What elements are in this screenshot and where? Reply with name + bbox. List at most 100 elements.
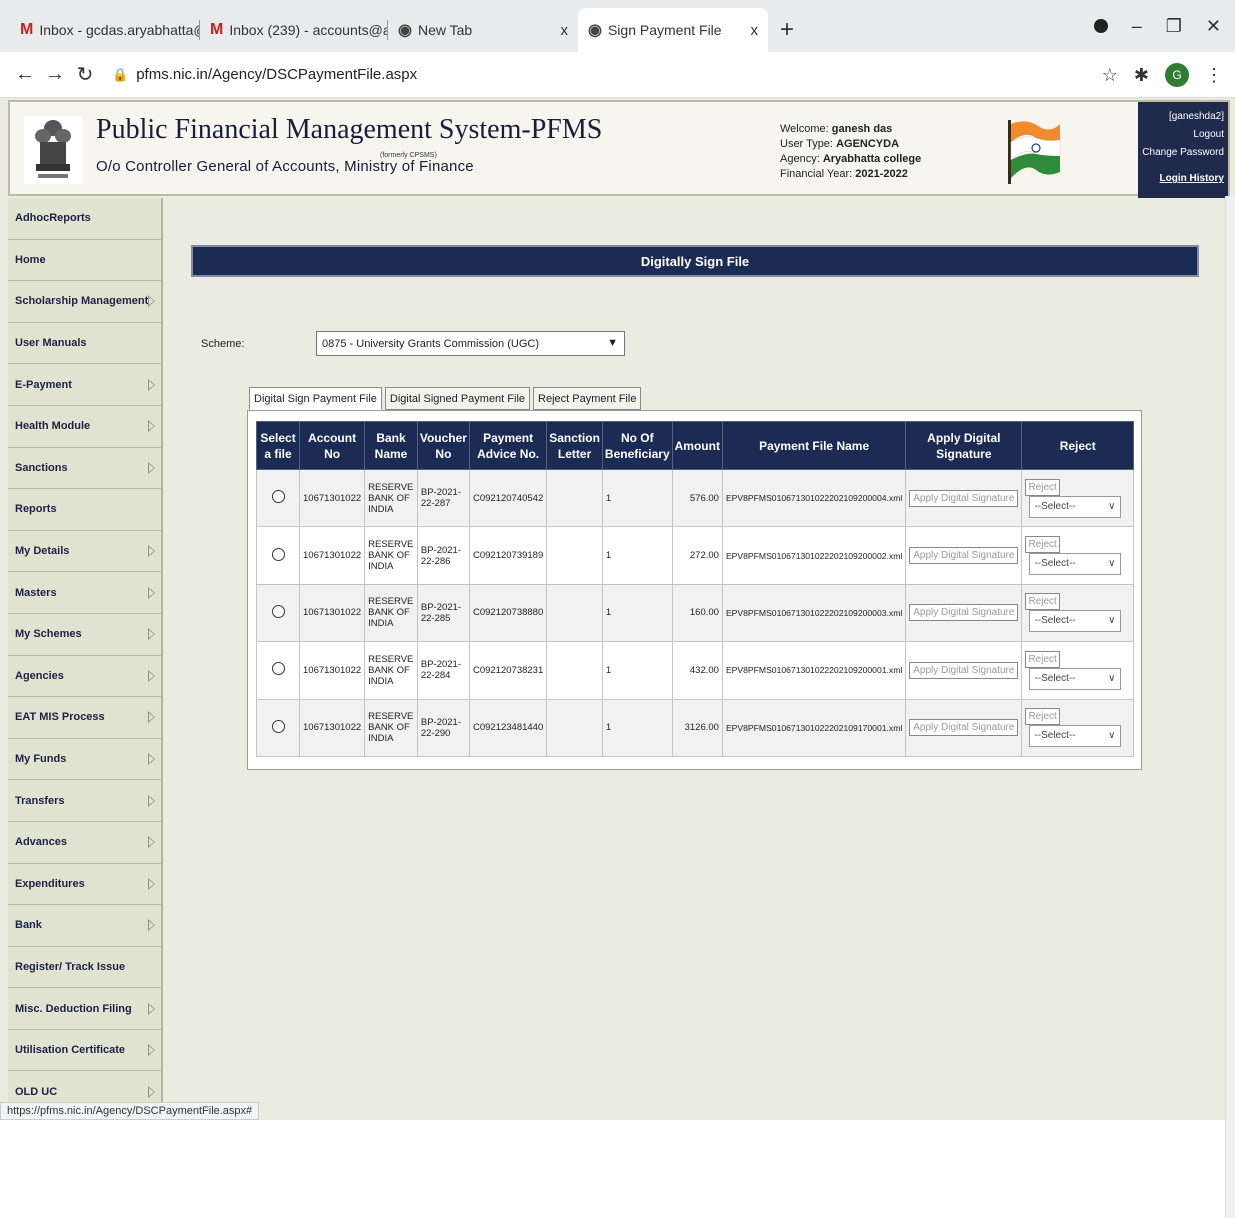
sidebar-item-register-track-issue[interactable]: Register/ Track Issue [8,946,163,989]
select-cell [255,526,301,585]
avatar[interactable]: G [1165,63,1189,87]
tab-label: New Tab [417,22,473,38]
vertical-scrollbar[interactable] [1225,196,1235,1218]
sidebar-item-masters[interactable]: Masters [8,572,163,614]
sidebar-item-my-schemes[interactable]: My Schemes [8,613,163,656]
reload-icon[interactable]: ↻ [70,62,100,87]
reject-cell: Reject --Select-- ∨ [1021,583,1134,643]
close-window-icon[interactable]: ✕ [1206,16,1221,37]
chevron-right-icon [148,1044,155,1057]
browser-tab[interactable]: M Inbox - gcdas.aryabhatta@gmail x [10,8,200,52]
login-history-link[interactable]: Login History [1142,170,1224,188]
reject-reason-select[interactable]: --Select-- ∨ [1029,495,1122,518]
payment-file-tabs: Digital Sign Payment File Digital Signed… [249,387,642,410]
browser-tab-active[interactable]: ◉ Sign Payment File x [578,8,768,52]
chevron-down-icon: ∨ [1108,730,1116,742]
sidebar-item-e-payment[interactable]: E-Payment [8,364,163,406]
forward-icon[interactable]: → [40,63,70,86]
site-header: Public Financial Management System-PFMS … [8,100,1230,198]
browser-tab[interactable]: M Inbox (239) - accounts@aryabha x [200,8,388,52]
sidebar-item-agencies[interactable]: Agencies [8,655,163,698]
payment-advice-cell: C092120739189 [468,526,548,585]
reject-button[interactable]: Reject [1025,536,1060,554]
reject-reason-select[interactable]: --Select-- ∨ [1029,553,1122,576]
reject-reason-value: --Select-- [1034,500,1076,512]
select-file-radio[interactable] [271,662,285,676]
reject-button[interactable]: Reject [1025,478,1060,496]
bookmark-star-icon[interactable]: ☆ [1102,65,1118,86]
chevron-right-icon [148,753,155,766]
user-type: AGENCYDA [836,138,900,150]
payment-advice-cell: C092120738880 [468,583,548,643]
reject-button[interactable]: Reject [1025,593,1060,611]
record-icon[interactable] [1093,19,1108,33]
sidebar-item-label: E-Payment [15,378,72,391]
apply-digital-signature-button[interactable]: Apply Digital Signature [909,661,1019,679]
sanction-letter-cell [546,468,603,528]
apply-signature-cell: Apply Digital Signature [905,526,1023,585]
restore-icon[interactable]: ❐ [1166,16,1182,37]
close-icon[interactable]: x [743,22,759,39]
sanction-letter-cell [546,526,603,585]
tab-digital-sign-payment-file[interactable]: Digital Sign Payment File [249,387,382,410]
more-menu-icon[interactable]: ⋮ [1205,65,1223,86]
sidebar-item-label: Transfers [15,794,65,807]
sidebar-item-user-manuals[interactable]: User Manuals [8,322,163,365]
select-file-radio[interactable] [271,719,285,733]
logout-link[interactable]: Logout [1142,126,1224,144]
reject-button[interactable]: Reject [1025,650,1060,668]
extensions-icon[interactable]: ✱ [1134,65,1149,86]
select-file-radio[interactable] [271,547,285,561]
apply-digital-signature-button[interactable]: Apply Digital Signature [909,489,1019,507]
apply-digital-signature-button[interactable]: Apply Digital Signature [909,604,1019,622]
chevron-right-icon [148,919,155,932]
reject-reason-select[interactable]: --Select-- ∨ [1029,725,1122,748]
sidebar-item-reports[interactable]: Reports [8,489,163,531]
sidebar-item-bank[interactable]: Bank [8,905,163,947]
apply-signature-cell: Apply Digital Signature [905,583,1023,643]
close-icon[interactable]: x [553,22,569,39]
sidebar-item-label: Reports [15,503,57,516]
url-field[interactable]: 🔒 pfms.nic.in/Agency/DSCPaymentFile.aspx [112,66,417,83]
new-tab-button[interactable]: + [768,8,806,52]
select-file-radio[interactable] [271,490,285,504]
sidebar-item-my-details[interactable]: My Details [8,530,163,573]
sidebar-item-old-uc[interactable]: OLD UC [8,1071,163,1104]
back-icon[interactable]: ← [10,63,40,86]
sidebar-item-transfers[interactable]: Transfers [8,780,163,822]
reject-button[interactable]: Reject [1025,708,1060,726]
apply-digital-signature-button[interactable]: Apply Digital Signature [909,719,1019,737]
reject-reason-select[interactable]: --Select-- ∨ [1029,610,1122,633]
chevron-right-icon [148,378,155,391]
tab-reject-payment-file[interactable]: Reject Payment File [533,387,642,410]
tab-digital-signed-payment-file[interactable]: Digital Signed Payment File [384,387,531,410]
reject-reason-select[interactable]: --Select-- ∨ [1029,667,1122,690]
bank-name-cell: RESERVE BANK OF INDIA [364,468,418,528]
gmail-icon: M [210,21,224,38]
sidebar-item-adhocreports[interactable]: AdhocReports [8,198,163,240]
change-password-link[interactable]: Change Password [1142,144,1224,162]
scheme-select[interactable]: 0875 - University Grants Commission (UGC… [316,331,625,356]
select-file-radio[interactable] [271,604,285,618]
sidebar-item-label: Scholarship Management [15,295,149,308]
sidebar-item-scholarship-management[interactable]: Scholarship Management [8,281,163,323]
sidebar-item-health-module[interactable]: Health Module [8,405,163,448]
sidebar-item-label: OLD UC [15,1085,58,1098]
browser-tab[interactable]: ◉ New Tab x [388,8,578,52]
sidebar-item-sanctions[interactable]: Sanctions [8,447,163,490]
sidebar-item-utilisation-certificate[interactable]: Utilisation Certificate [8,1029,163,1072]
sidebar-item-advances[interactable]: Advances [8,821,163,864]
minimize-icon[interactable]: – [1132,16,1142,37]
reject-reason-value: --Select-- [1034,615,1076,627]
sidebar-item-home[interactable]: Home [8,239,163,282]
payment-file-name-cell: EPV8PFMS010671301022202109170001.xml [721,698,907,757]
sidebar-item-label: Register/ Track Issue [15,960,126,973]
sidebar-item-expenditures[interactable]: Expenditures [8,863,163,906]
sidebar-item-eat-mis-process[interactable]: EAT MIS Process [8,697,163,739]
apply-digital-signature-button[interactable]: Apply Digital Signature [909,547,1019,565]
sidebar-item-misc-deduction-filing[interactable]: Misc. Deduction Filing [8,988,163,1030]
apply-signature-cell: Apply Digital Signature [905,468,1023,528]
chevron-right-icon [148,669,155,682]
user-type-label: User Type: [780,138,833,150]
sidebar-item-my-funds[interactable]: My Funds [8,738,163,781]
